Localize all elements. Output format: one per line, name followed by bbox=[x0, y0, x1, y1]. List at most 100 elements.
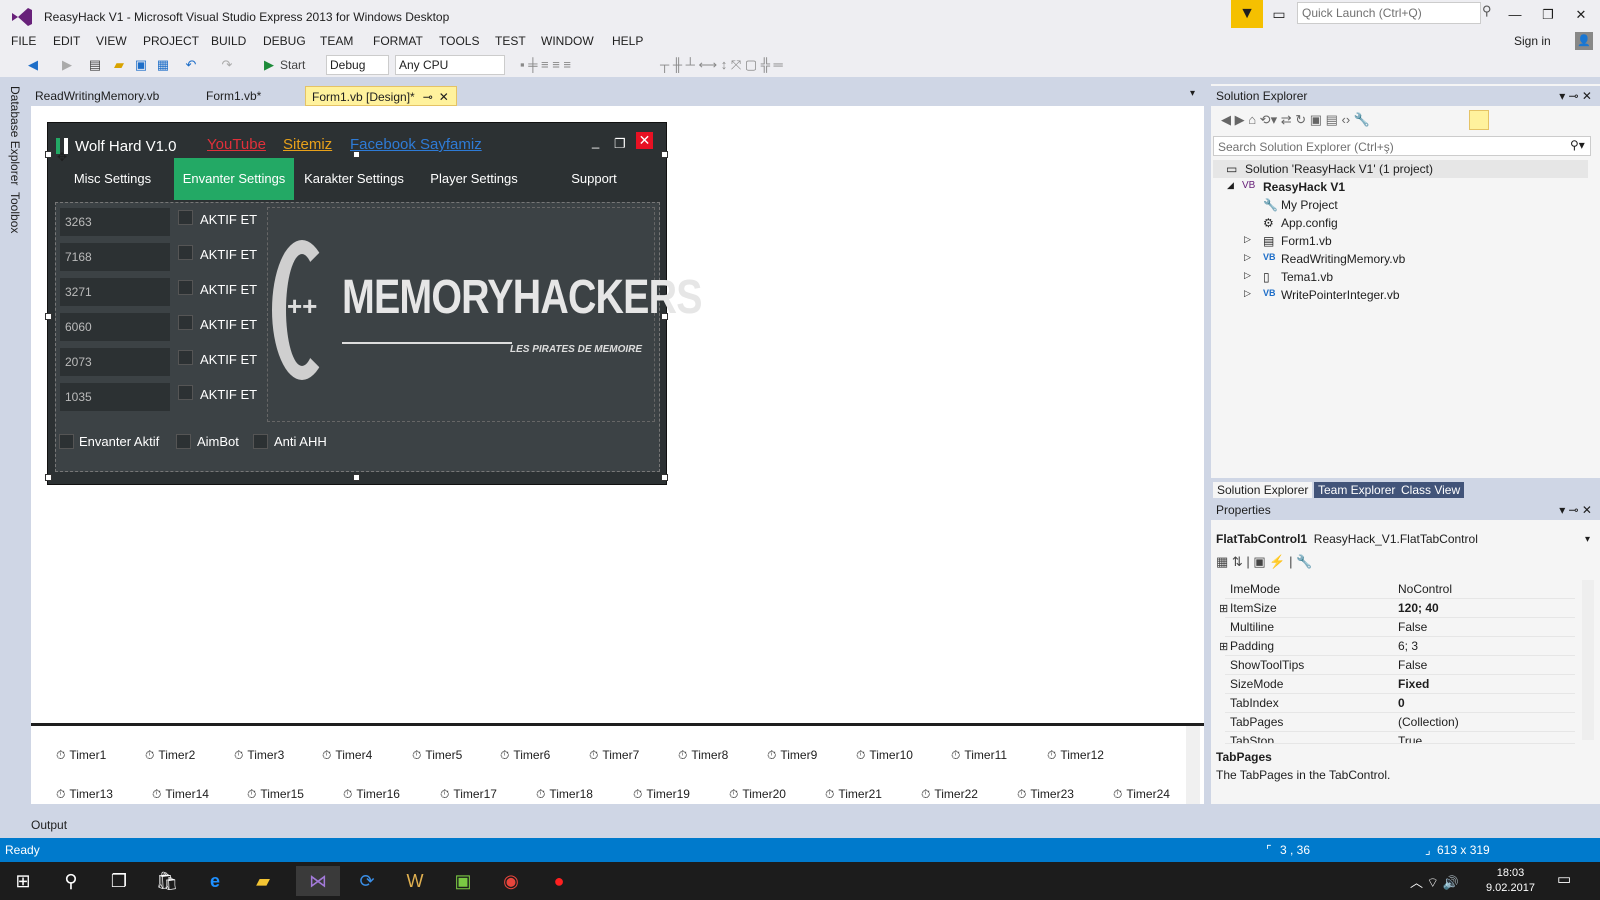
close-tab-icon[interactable]: ✕ bbox=[439, 90, 449, 104]
youtube-link[interactable]: YouTube bbox=[207, 136, 266, 153]
chrome-icon[interactable]: ◉ bbox=[496, 866, 526, 896]
timer-component[interactable]: ⏱ Timer6 bbox=[500, 748, 550, 763]
collapse-icon[interactable]: ▷ bbox=[1244, 270, 1251, 281]
property-row[interactable]: TabIndex 0 bbox=[1225, 694, 1575, 713]
menu-test[interactable]: TEST bbox=[495, 34, 526, 48]
collapse-icon[interactable]: ▷ bbox=[1244, 252, 1251, 263]
panel-controls-icon[interactable]: ▾ ⊸ ✕ bbox=[1559, 503, 1592, 517]
search-icon[interactable]: ⚲ bbox=[56, 866, 86, 896]
resize-handle[interactable] bbox=[661, 151, 668, 158]
resize-handle[interactable] bbox=[45, 474, 52, 481]
value-field-6[interactable]: 1035 bbox=[60, 383, 170, 411]
property-value[interactable]: False bbox=[1398, 620, 1427, 634]
menu-view[interactable]: VIEW bbox=[96, 34, 127, 48]
visual-studio-task-icon[interactable]: ⋈ bbox=[296, 866, 340, 896]
start-button[interactable]: Start bbox=[280, 56, 320, 74]
collapse-icon[interactable]: ▷ bbox=[1244, 234, 1251, 245]
timer-component[interactable]: ⏱ Timer11 bbox=[951, 748, 1007, 763]
solution-tools-icon[interactable]: ◀ ▶ ⌂ ⟲▾ ⇄ ↻ ▣ ▤ ‹› 🔧 bbox=[1221, 112, 1370, 128]
store-icon[interactable]: 🛍 bbox=[152, 866, 182, 896]
timer-component[interactable]: ⏱ Timer9 bbox=[767, 748, 817, 763]
tab-readwritingmemory[interactable]: ReadWritingMemory.vb bbox=[29, 86, 165, 106]
recorder-icon[interactable]: ● bbox=[544, 866, 574, 896]
toolbox-tab[interactable]: Toolbox bbox=[8, 192, 22, 233]
maximize-button[interactable]: ❐ bbox=[1533, 4, 1563, 28]
resize-handle[interactable] bbox=[661, 313, 668, 320]
tray-scrollbar[interactable] bbox=[1186, 726, 1200, 804]
open-folder-icon[interactable]: ▰ bbox=[110, 56, 128, 74]
aktif-checkbox-6[interactable] bbox=[178, 385, 193, 400]
start-icon[interactable]: ▶ bbox=[262, 56, 276, 74]
project-node[interactable]: ReasyHack V1 bbox=[1263, 180, 1345, 194]
timer-component[interactable]: ⏱ Timer23 bbox=[1017, 787, 1074, 802]
menu-help[interactable]: HELP bbox=[612, 34, 643, 48]
resize-handle[interactable] bbox=[353, 474, 360, 481]
tree-item-app-config[interactable]: App.config bbox=[1281, 216, 1338, 230]
aktif-checkbox-5[interactable] bbox=[178, 350, 193, 365]
menu-team[interactable]: TEAM bbox=[320, 34, 353, 48]
timer-component[interactable]: ⏱ Timer12 bbox=[1047, 748, 1104, 763]
timer-component[interactable]: ⏱ Timer21 bbox=[825, 787, 882, 802]
menu-project[interactable]: PROJECT bbox=[143, 34, 199, 48]
property-tools-icon[interactable]: ▦ ⇅ | ▣ ⚡ | 🔧 bbox=[1216, 554, 1312, 570]
align-tools-icon[interactable]: ▪ ╪ ≡ ≡ ≡ bbox=[520, 56, 620, 74]
form-minimize-icon[interactable]: _ bbox=[592, 134, 599, 149]
tab-team-explorer[interactable]: Team Explorer bbox=[1314, 482, 1400, 498]
system-tray-icons[interactable]: ︿ ⌔ 🔊 bbox=[1410, 872, 1459, 891]
property-row[interactable]: SizeMode Fixed bbox=[1225, 675, 1575, 694]
value-field-1[interactable]: 3263 bbox=[60, 208, 170, 236]
collapse-icon[interactable]: ▷ bbox=[1244, 288, 1251, 299]
task-view-icon[interactable]: ❐ bbox=[104, 866, 134, 896]
form-maximize-icon[interactable]: ❐ bbox=[614, 136, 626, 152]
output-tab[interactable]: Output bbox=[31, 812, 81, 836]
layout-tools-icon[interactable]: ┬ ╫ ┴ ⟷ ↕ ⤧ ▢ ╬ ═ bbox=[660, 56, 920, 74]
move-handle-icon[interactable]: ✥ bbox=[57, 150, 67, 164]
timer-component[interactable]: ⏱ Timer8 bbox=[678, 748, 728, 763]
timer-component[interactable]: ⏱ Timer17 bbox=[440, 787, 497, 802]
user-icon[interactable]: 👤 bbox=[1575, 32, 1593, 50]
configuration-select[interactable]: Debug bbox=[326, 55, 389, 75]
save-all-icon[interactable]: ▦ bbox=[154, 56, 172, 74]
timer-component[interactable]: ⏱ Timer19 bbox=[633, 787, 690, 802]
quick-launch-input[interactable]: Quick Launch (Ctrl+Q) bbox=[1297, 2, 1481, 24]
timer-component[interactable]: ⏱ Timer2 bbox=[145, 748, 195, 763]
property-value[interactable]: Fixed bbox=[1398, 677, 1429, 691]
resize-handle[interactable] bbox=[45, 151, 52, 158]
solution-node[interactable]: Solution 'ReasyHack V1' (1 project) bbox=[1245, 162, 1433, 176]
property-row[interactable]: ShowToolTips False bbox=[1225, 656, 1575, 675]
chevron-down-icon[interactable]: ▾ bbox=[1585, 534, 1590, 545]
property-row[interactable]: TabStop True bbox=[1225, 732, 1575, 744]
tree-item-form1[interactable]: Form1.vb bbox=[1281, 234, 1332, 248]
windows-start-icon[interactable]: ⊞ bbox=[8, 866, 38, 896]
tab-form1-code[interactable]: Form1.vb* bbox=[200, 86, 267, 106]
property-row[interactable]: ImeMode NoControl bbox=[1225, 580, 1575, 599]
value-field-2[interactable]: 7168 bbox=[60, 243, 170, 271]
taskbar-clock[interactable]: 18:03 9.02.2017 bbox=[1486, 866, 1535, 896]
sign-in-link[interactable]: Sign in bbox=[1514, 34, 1551, 48]
close-button[interactable]: ✕ bbox=[1566, 4, 1596, 28]
timer-component[interactable]: ⏱ Timer22 bbox=[921, 787, 978, 802]
menu-edit[interactable]: EDIT bbox=[53, 34, 80, 48]
timer-component[interactable]: ⏱ Timer14 bbox=[152, 787, 209, 802]
feedback-icon[interactable]: ▭ bbox=[1271, 6, 1287, 22]
timer-component[interactable]: ⏱ Timer16 bbox=[343, 787, 400, 802]
value-field-4[interactable]: 6060 bbox=[60, 313, 170, 341]
notification-filter-icon[interactable]: ▼ bbox=[1231, 0, 1263, 28]
tab-karakter-settings[interactable]: Karakter Settings bbox=[294, 158, 414, 200]
timer-component[interactable]: ⏱ Timer13 bbox=[56, 787, 113, 802]
tab-solution-explorer[interactable]: Solution Explorer bbox=[1213, 482, 1313, 498]
tab-envanter-settings[interactable]: Envanter Settings bbox=[174, 158, 294, 200]
property-row[interactable]: ItemSize 120; 40 bbox=[1225, 599, 1575, 618]
property-row[interactable]: Multiline False bbox=[1225, 618, 1575, 637]
timer-component[interactable]: ⏱ Timer5 bbox=[412, 748, 462, 763]
back-icon[interactable]: ◀ bbox=[24, 56, 42, 74]
menu-tools[interactable]: TOOLS bbox=[439, 34, 479, 48]
aktif-checkbox-3[interactable] bbox=[178, 280, 193, 295]
timer-component[interactable]: ⏱ Timer7 bbox=[589, 748, 639, 763]
panel-controls-icon[interactable]: ▾ ⊸ ✕ bbox=[1559, 89, 1592, 103]
anti-ahh-checkbox[interactable] bbox=[253, 434, 268, 449]
new-project-icon[interactable]: ▤ bbox=[86, 56, 104, 74]
properties-scrollbar[interactable] bbox=[1582, 580, 1594, 740]
timer-component[interactable]: ⏱ Timer10 bbox=[856, 748, 913, 763]
tree-item-tema1[interactable]: Tema1.vb bbox=[1281, 270, 1333, 284]
